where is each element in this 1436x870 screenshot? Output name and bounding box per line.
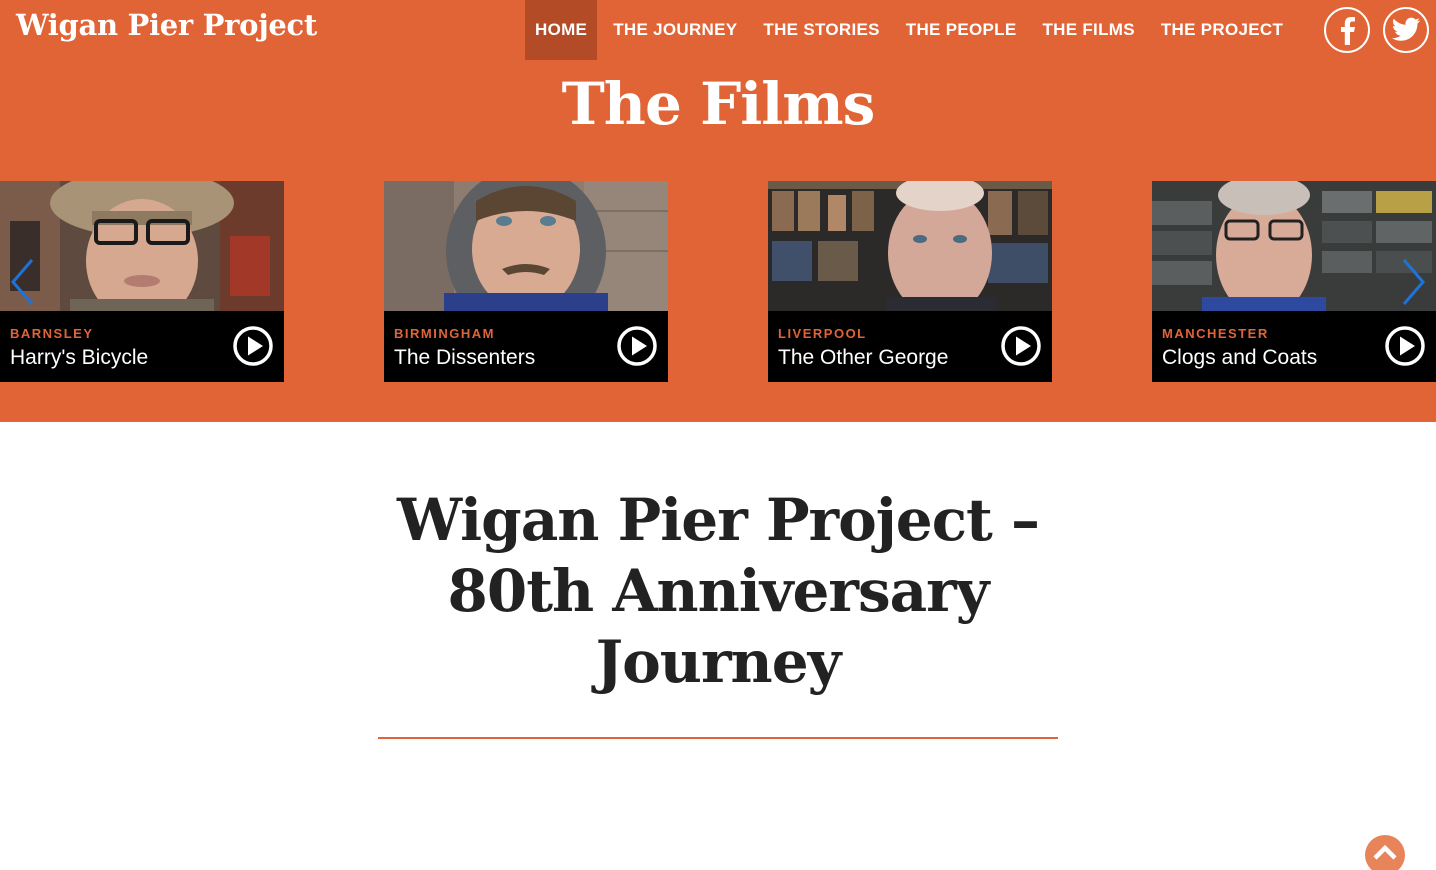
nav-item-stories[interactable]: THE STORIES [753, 0, 889, 60]
film-title: The Other George [778, 346, 949, 369]
play-icon[interactable] [232, 325, 274, 367]
films-heading: The Films [561, 70, 876, 138]
films-hero: Wigan Pier Project HOME THE JOURNEY THE … [0, 0, 1436, 422]
film-card-caption: MANCHESTER Clogs and Coats [1152, 311, 1436, 382]
chevron-up-icon [1373, 844, 1397, 860]
site-logo[interactable]: Wigan Pier Project [16, 8, 317, 42]
film-thumbnail [384, 181, 668, 311]
film-title: The Dissenters [394, 346, 536, 369]
nav-item-home[interactable]: HOME [525, 0, 598, 60]
film-title: Harry's Bicycle [10, 346, 149, 369]
film-card-caption: BIRMINGHAM The Dissenters [384, 311, 668, 382]
back-to-top-button[interactable] [1365, 835, 1405, 870]
title-divider [378, 737, 1058, 739]
film-city: BIRMINGHAM [394, 326, 495, 341]
film-card-caption: LIVERPOOL The Other George [768, 311, 1052, 382]
film-card-manchester[interactable]: MANCHESTER Clogs and Coats [1152, 181, 1436, 382]
film-card-caption: BARNSLEY Harry's Bicycle [0, 311, 284, 382]
film-card-barnsley[interactable]: BARNSLEY Harry's Bicycle [0, 181, 284, 382]
film-city: BARNSLEY [10, 326, 94, 341]
film-city: LIVERPOOL [778, 326, 867, 341]
nav-item-films[interactable]: THE FILMS [1032, 0, 1144, 60]
twitter-icon[interactable] [1383, 7, 1429, 53]
main-nav: HOME THE JOURNEY THE STORIES THE PEOPLE … [525, 0, 1299, 60]
nav-item-people[interactable]: THE PEOPLE [896, 0, 1027, 60]
film-card-birmingham[interactable]: BIRMINGHAM The Dissenters [384, 181, 668, 382]
chevron-left-icon[interactable] [8, 258, 38, 306]
play-icon[interactable] [1000, 325, 1042, 367]
nav-item-journey[interactable]: THE JOURNEY [603, 0, 747, 60]
film-thumbnail [768, 181, 1052, 311]
film-thumbnail [1152, 181, 1436, 311]
nav-item-project[interactable]: THE PROJECT [1151, 0, 1293, 60]
film-thumbnail [0, 181, 284, 311]
film-card-liverpool[interactable]: LIVERPOOL The Other George [768, 181, 1052, 382]
film-title: Clogs and Coats [1162, 346, 1318, 369]
page-title: Wigan Pier Project – 80th Anniversary Jo… [397, 486, 1040, 696]
play-icon[interactable] [1384, 325, 1426, 367]
film-city: MANCHESTER [1162, 326, 1269, 341]
chevron-right-icon[interactable] [1398, 258, 1428, 306]
play-icon[interactable] [616, 325, 658, 367]
facebook-icon[interactable] [1324, 7, 1370, 53]
